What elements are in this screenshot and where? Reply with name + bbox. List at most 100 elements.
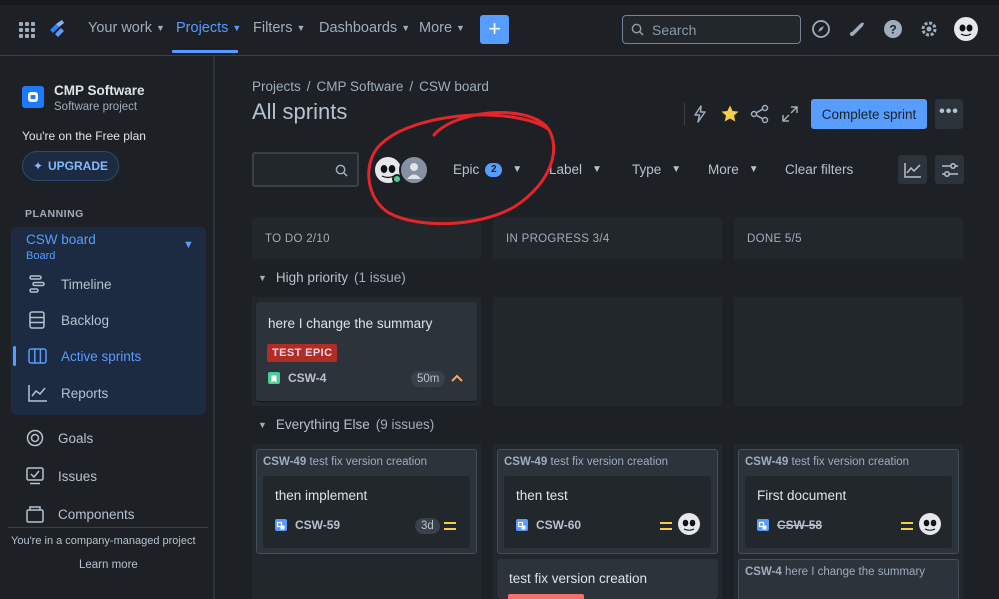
sidebar-item-label: Timeline [61, 276, 112, 292]
subtask-icon [516, 519, 528, 531]
sidebar-item-reports[interactable]: Reports [28, 383, 108, 403]
issue-card[interactable]: here I change the summary TEST EPIC CSW-… [256, 302, 477, 401]
epic-filter[interactable]: Epic 2 ▼ [453, 162, 522, 177]
sidebar-item-goals[interactable]: Goals [25, 428, 93, 448]
estimate-badge: 3d [415, 518, 440, 534]
issue-key[interactable]: CSW-60 [536, 518, 581, 532]
nav-filters[interactable]: Filters ▼ [253, 20, 305, 36]
unassigned-filter-avatar[interactable] [399, 155, 429, 185]
sidebar-item-timeline[interactable]: Timeline [28, 274, 112, 294]
breadcrumb-projects[interactable]: Projects [252, 79, 301, 94]
share-icon[interactable] [750, 104, 770, 124]
chevron-down-icon[interactable]: ▼ [183, 239, 194, 251]
type-filter[interactable]: Type ▼ [632, 162, 681, 177]
learn-more-link[interactable]: Learn more [79, 559, 138, 571]
parent-group-card[interactable]: CSW-49 test fix version creation then te… [497, 449, 718, 554]
sidebar-item-issues[interactable]: Issues [25, 466, 97, 486]
issue-key[interactable]: CSW-59 [295, 518, 340, 532]
more-filter[interactable]: More ▼ [708, 162, 759, 177]
sidebar-item-label: Issues [58, 468, 98, 484]
column-inprogress-header[interactable]: IN PROGRESS 3/4 [493, 217, 722, 259]
breadcrumb-board[interactable]: CSW board [419, 79, 489, 94]
reports-icon [28, 385, 47, 402]
chevron-down-icon: ▼ [401, 23, 411, 33]
create-button[interactable]: + [480, 15, 509, 44]
board-title[interactable]: CSW board [26, 232, 96, 247]
swimlane-count: (9 issues) [375, 417, 435, 432]
nav-your-work[interactable]: Your work ▼ [88, 20, 165, 36]
jira-logo-icon[interactable] [47, 19, 67, 39]
parent-header[interactable]: CSW-49 test fix version creation [263, 456, 427, 468]
sidebar-item-label: Backlog [61, 312, 110, 328]
sidebar-item-active-sprints[interactable]: Active sprints [28, 346, 141, 366]
nav-label: More [419, 20, 453, 36]
issue-card[interactable]: test fix version creation [497, 559, 718, 599]
swimlane-name: Everything Else [275, 417, 370, 432]
complete-sprint-button[interactable]: Complete sprint [811, 99, 927, 129]
insights-button[interactable] [898, 155, 927, 184]
board-subtitle: Board [26, 250, 56, 262]
expand-icon[interactable] [780, 104, 800, 124]
lightning-icon[interactable] [690, 104, 710, 124]
parent-group-card[interactable]: CSW-49 test fix version creation First d… [738, 449, 959, 554]
view-settings-button[interactable] [935, 155, 964, 184]
notifications-icon[interactable] [846, 18, 868, 40]
swimlane-everything-else[interactable]: ▼ Everything Else (9 issues) [258, 417, 434, 432]
sidebar-item-label: Reports [61, 385, 109, 401]
nav-more[interactable]: More ▼ [419, 20, 465, 36]
sparkle-icon: ✦ [32, 159, 44, 173]
nav-dashboards[interactable]: Dashboards ▼ [319, 20, 410, 36]
subtask-icon [757, 519, 769, 531]
skull-avatar-icon [682, 519, 696, 531]
breadcrumb-separator: / [306, 79, 311, 94]
sidebar-item-backlog[interactable]: Backlog [28, 310, 109, 330]
parent-group-card[interactable]: CSW-49 test fix version creation then im… [256, 449, 477, 554]
upgrade-button[interactable]: ✦ UPGRADE [22, 151, 119, 181]
chevron-down-icon: ▼ [512, 164, 523, 175]
parent-group-card[interactable]: CSW-4 here I change the summary [738, 559, 959, 599]
app-switcher-icon[interactable] [19, 22, 35, 38]
nav-label: Dashboards [319, 20, 398, 36]
project-name[interactable]: CMP Software [54, 83, 145, 98]
skull-avatar-icon [959, 24, 973, 37]
card-title: then implement [275, 488, 368, 503]
epic-count-badge: 2 [485, 162, 503, 177]
sidebar-item-components[interactable]: Components [25, 504, 135, 524]
page-title: All sprints [252, 99, 348, 124]
clear-filters-button[interactable]: Clear filters [785, 162, 853, 177]
epic-lozenge[interactable]: TEST EPIC [267, 344, 338, 362]
label-filter[interactable]: Label ▼ [549, 162, 602, 177]
more-actions-button[interactable]: ••• [935, 99, 963, 129]
assignee-avatar[interactable] [919, 513, 941, 535]
nav-label: Projects [176, 20, 229, 36]
issue-card[interactable]: then test CSW-60 [504, 476, 711, 548]
issue-card[interactable]: then implement CSW-59 3d [263, 476, 470, 548]
chevron-down-icon: ▼ [592, 164, 602, 175]
parent-header[interactable]: CSW-49 test fix version creation [504, 456, 668, 468]
parent-header[interactable]: CSW-4 here I change the summary [745, 566, 925, 578]
issue-card[interactable]: First document CSW-58 [745, 476, 952, 548]
issue-key[interactable]: CSW-4 [288, 371, 326, 385]
epic-lozenge[interactable] [508, 594, 584, 599]
parent-header[interactable]: CSW-49 test fix version creation [745, 456, 909, 468]
parent-title: test fix version creation [309, 456, 428, 468]
parent-title: test fix version creation [550, 456, 669, 468]
search-input[interactable]: Search [622, 15, 801, 44]
breadcrumb-project[interactable]: CMP Software [317, 79, 404, 94]
help-icon[interactable]: ? [882, 18, 904, 40]
swimlane-high-priority[interactable]: ▼ High priority (1 issue) [258, 270, 406, 285]
clear-filters-label: Clear filters [785, 162, 854, 177]
assignee-avatar[interactable] [678, 513, 700, 535]
settings-icon[interactable] [918, 18, 940, 40]
compass-icon[interactable] [810, 18, 832, 40]
top-strip [0, 0, 999, 5]
skull-avatar-icon [923, 519, 937, 531]
chevron-down-icon: ▼ [232, 23, 242, 33]
nav-projects[interactable]: Projects ▼ [176, 20, 241, 36]
column-todo-header[interactable]: TO DO 2/10 [252, 217, 481, 259]
star-icon[interactable] [720, 104, 740, 124]
column-done-header[interactable]: DONE 5/5 [734, 217, 963, 259]
issue-key[interactable]: CSW-58 [777, 518, 822, 532]
board-search-input[interactable] [252, 152, 359, 187]
profile-avatar[interactable] [954, 17, 978, 41]
